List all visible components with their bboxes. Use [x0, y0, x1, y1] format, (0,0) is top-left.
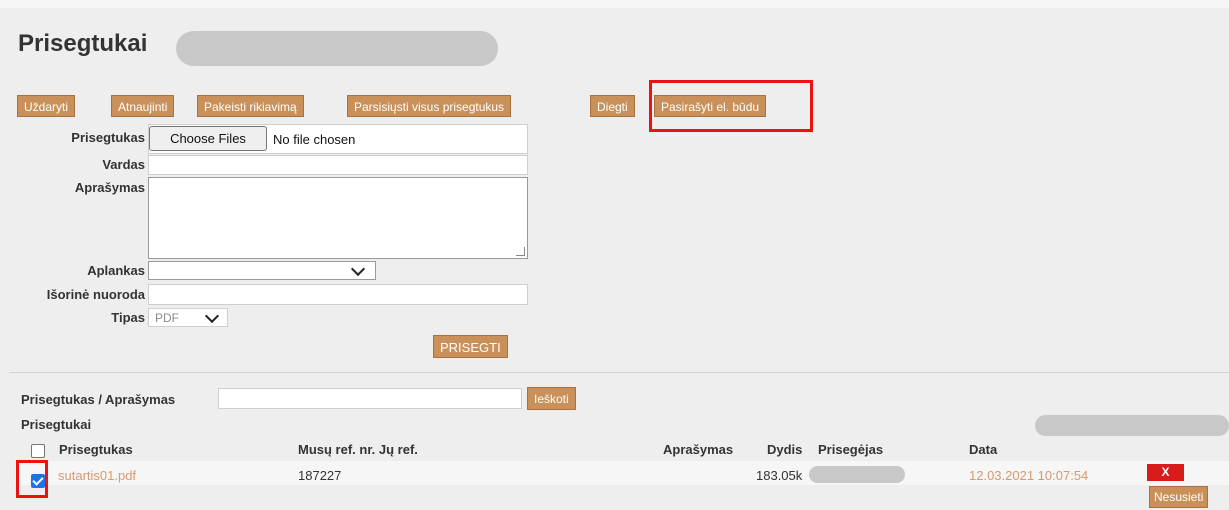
chevron-down-icon [204, 308, 220, 324]
redacted-title-suffix [176, 31, 498, 66]
attachment-label: Prisegtukas [71, 130, 145, 145]
col-attacher[interactable]: Prisegėjas [818, 442, 883, 457]
type-select[interactable]: PDF [148, 308, 228, 327]
unlink-button[interactable]: Nesusieti [1149, 486, 1209, 508]
page-title: Prisegtukai [18, 30, 148, 57]
list-heading: Prisegtukai [21, 417, 92, 432]
refresh-button[interactable]: Atnaujinti [111, 95, 175, 117]
col-size[interactable]: Dydis [767, 442, 802, 457]
section-divider [10, 372, 1229, 373]
choose-files-button[interactable]: Choose Files [149, 126, 267, 151]
redacted-info [1035, 415, 1229, 436]
attach-button[interactable]: PRISEGTI [433, 335, 508, 358]
redacted-attacher [809, 466, 905, 483]
date-value: 12.03.2021 10:07:54 [969, 468, 1089, 483]
window-top-strip [0, 0, 1229, 8]
download-all-button[interactable]: Parsisiųsti visus prisegtukus [347, 95, 512, 117]
col-our-ref[interactable]: Musų ref. nr. Jų ref. [298, 442, 418, 457]
chevron-down-icon [350, 261, 366, 277]
no-file-text: No file chosen [273, 132, 356, 147]
folder-label: Aplankas [87, 263, 145, 278]
diegti-button[interactable]: Diegti [590, 95, 635, 117]
resize-handle-icon[interactable] [516, 247, 525, 256]
type-label: Tipas [111, 310, 145, 325]
name-label: Vardas [102, 157, 145, 172]
external-link-label: Išorinė nuoroda [46, 287, 145, 302]
search-label: Prisegtukas / Aprašymas [21, 392, 176, 407]
change-order-button[interactable]: Pakeisti rikiavimą [197, 95, 304, 117]
folder-select[interactable] [148, 261, 376, 280]
description-label: Aprašymas [74, 180, 145, 195]
search-input[interactable] [218, 388, 522, 409]
col-attachment[interactable]: Prisegtukas [59, 442, 133, 457]
col-description[interactable]: Aprašymas [663, 442, 733, 457]
close-button[interactable]: Uždaryti [17, 95, 76, 117]
name-input[interactable] [148, 155, 528, 175]
type-select-value: PDF [155, 311, 179, 325]
highlight-row-checkbox [16, 460, 48, 498]
attachment-link[interactable]: sutartis01.pdf [58, 468, 136, 483]
size-value: 183.05k [756, 468, 803, 483]
delete-button[interactable]: X [1147, 464, 1184, 481]
external-link-input[interactable] [148, 284, 528, 305]
search-button[interactable]: Ieškoti [527, 387, 576, 410]
description-textarea[interactable] [148, 177, 528, 259]
our-ref-value: 187227 [298, 468, 342, 483]
select-all-checkbox[interactable] [31, 444, 45, 458]
highlight-sign-button [649, 80, 813, 132]
col-date[interactable]: Data [969, 442, 997, 457]
